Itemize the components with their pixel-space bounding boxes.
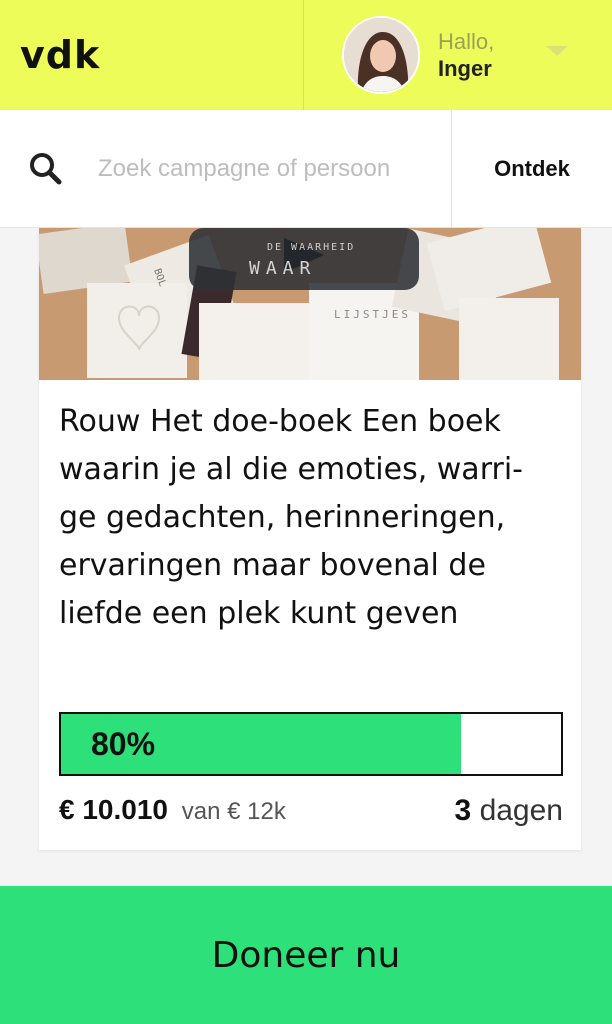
search-bar: Ontdek (0, 110, 612, 228)
greeting-text: Hallo, (438, 28, 495, 54)
greeting: Hallo, Inger (438, 28, 494, 83)
search-box[interactable] (0, 110, 452, 227)
logo-area[interactable]: vdk (0, 0, 304, 110)
raised-value: € 10.010 (59, 794, 168, 825)
avatar[interactable] (342, 16, 420, 94)
logo[interactable]: vdk (20, 33, 100, 77)
campaign-stats: € 10.010 van € 12k 3 dagen (59, 794, 563, 834)
image-text-lijstjes: LIJSTJES (334, 308, 411, 321)
campaign-photo: WAAR DE WAARHEID LIJSTJES BOL (39, 228, 581, 380)
goal-value: van € 12k (181, 798, 286, 825)
days-number: 3 (454, 794, 472, 827)
app-header: vdk Hallo, Inger (0, 0, 612, 110)
username: Inger (438, 56, 492, 81)
days-label: dagen (479, 794, 563, 827)
progress-percentage: 80% (91, 726, 156, 762)
avatar-image (344, 18, 418, 92)
search-icon[interactable] (28, 151, 64, 187)
progress-bar: 80% (59, 712, 563, 776)
campaign-image[interactable]: WAAR DE WAARHEID LIJSTJES BOL (39, 228, 581, 380)
image-text-waar: WAAR (249, 258, 316, 279)
donate-button[interactable]: Doneer nu (0, 886, 612, 1024)
chevron-down-icon[interactable] (546, 46, 568, 56)
campaign-title[interactable]: Rouw Het doe-boek Een boek waarin je al … (59, 398, 565, 638)
amount-raised: € 10.010 van € 12k (59, 794, 286, 826)
discover-link[interactable]: Ontdek (452, 110, 612, 227)
user-menu[interactable]: Hallo, Inger (304, 0, 612, 110)
image-text-waarheid: DE WAARHEID (267, 242, 355, 253)
days-remaining: 3 dagen (455, 794, 563, 828)
campaign-card[interactable]: WAAR DE WAARHEID LIJSTJES BOL Rouw Het d… (39, 228, 581, 850)
search-input[interactable] (98, 154, 438, 183)
